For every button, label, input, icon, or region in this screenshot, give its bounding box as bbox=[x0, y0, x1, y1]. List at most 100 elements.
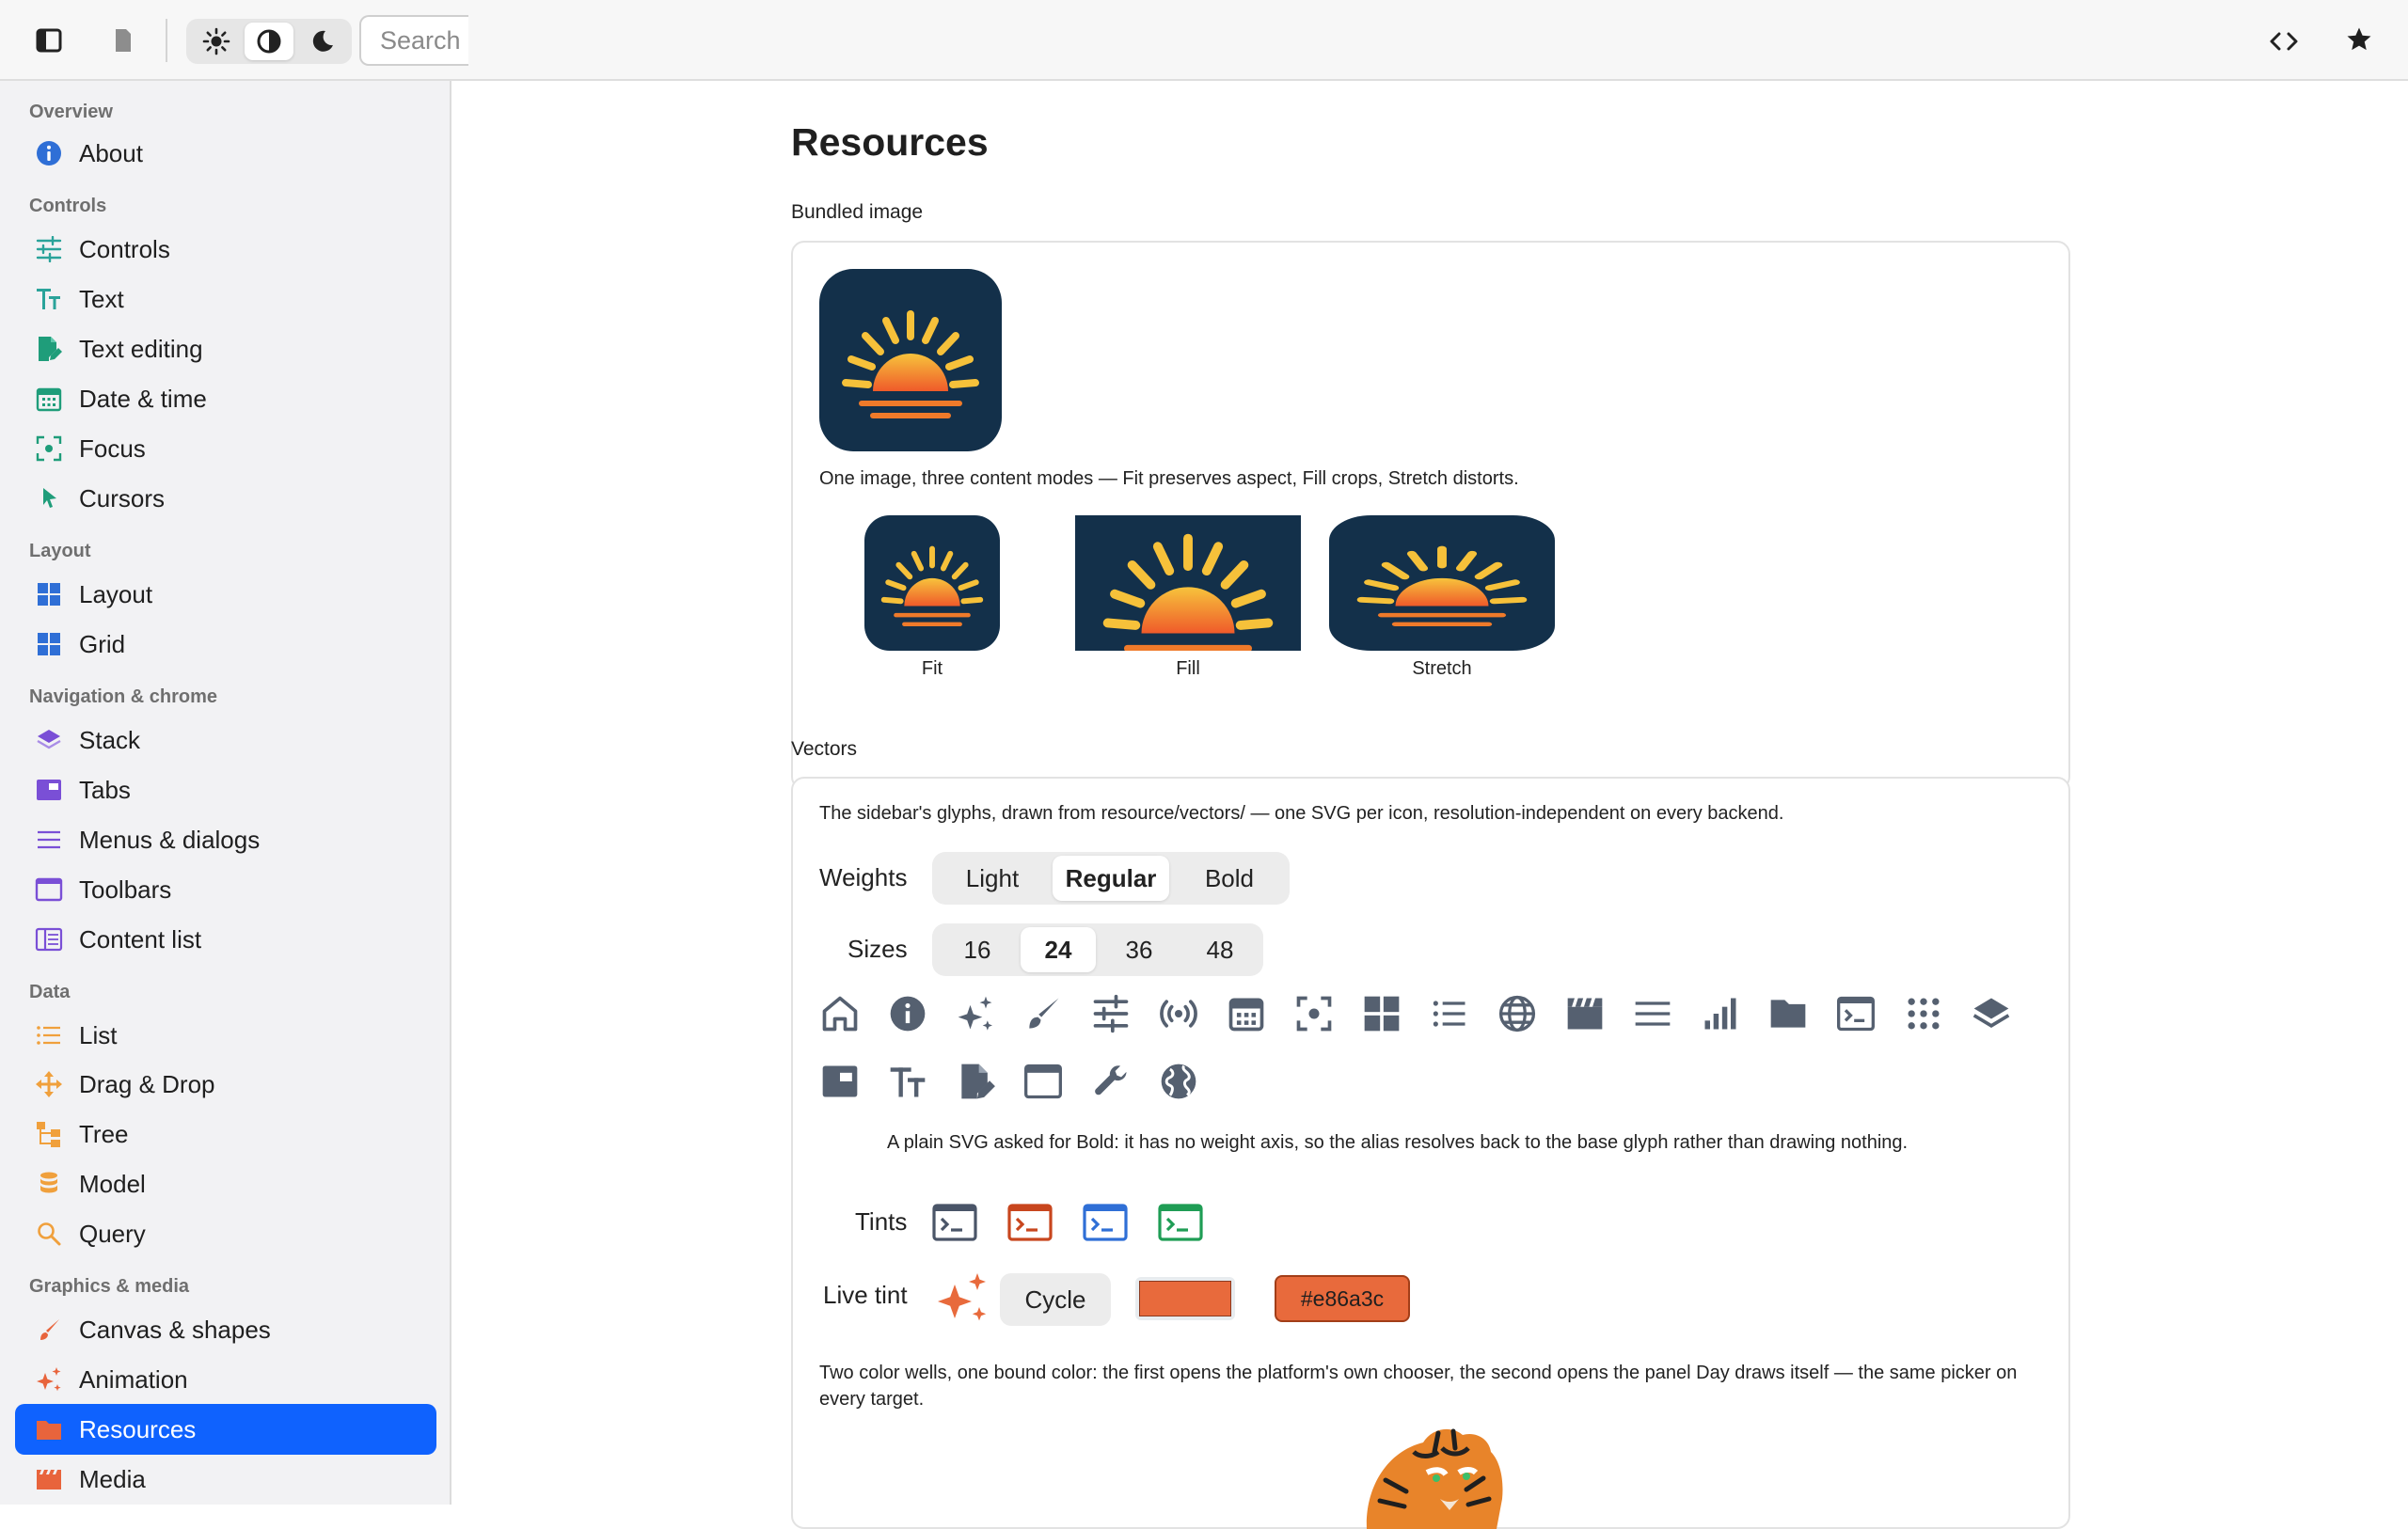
sparkle-icon bbox=[958, 996, 992, 1031]
sidebar-item-label: Content list bbox=[79, 924, 202, 954]
size-16-option[interactable]: 16 bbox=[940, 927, 1015, 972]
sidebar-item-resources[interactable]: Resources bbox=[15, 1404, 436, 1455]
sidebar-item-menus-dialogs[interactable]: Menus & dialogs bbox=[15, 814, 436, 865]
cursor-icon bbox=[32, 481, 66, 515]
color-hex-text: #e86a3c bbox=[1300, 1285, 1385, 1311]
vectors-caption: Vectors bbox=[791, 738, 858, 760]
grid-icon bbox=[32, 627, 66, 661]
sidebar-item-focus[interactable]: Focus bbox=[15, 423, 436, 474]
menu-icon bbox=[32, 823, 66, 857]
home-icon bbox=[822, 996, 858, 1032]
file-edit-icon bbox=[32, 332, 66, 366]
document-button[interactable] bbox=[109, 24, 137, 56]
sidebar-item-drag-drop[interactable]: Drag & Drop bbox=[15, 1059, 436, 1110]
list-icon bbox=[1433, 1001, 1465, 1027]
size-48-option[interactable]: 48 bbox=[1182, 927, 1258, 972]
wrench-icon bbox=[1095, 1065, 1127, 1096]
terminal-gray-icon bbox=[932, 1204, 977, 1241]
size-24-option[interactable]: 24 bbox=[1021, 927, 1096, 972]
sidebar-toggle-button[interactable] bbox=[28, 24, 70, 56]
sidebar-item-tabs[interactable]: Tabs bbox=[15, 764, 436, 815]
sidebar-item-tree[interactable]: Tree bbox=[15, 1109, 436, 1159]
sidebar-item-grid[interactable]: Grid bbox=[15, 619, 436, 670]
sidebar-item-label: Tabs bbox=[79, 775, 131, 804]
sidebar-item-cursors[interactable]: Cursors bbox=[15, 473, 436, 524]
sidebar-item-label: Model bbox=[79, 1169, 146, 1198]
tabs-icon bbox=[822, 1065, 858, 1097]
sidebar-item-text[interactable]: Text bbox=[15, 274, 436, 324]
sidebar-item-date-time[interactable]: Date & time bbox=[15, 373, 436, 424]
main-content: Resources Bundled image One image, three… bbox=[453, 81, 2408, 1529]
text-size-icon bbox=[890, 1067, 926, 1097]
broadcast-icon bbox=[1160, 1000, 1197, 1028]
folder-icon bbox=[32, 1412, 66, 1446]
brush-icon bbox=[32, 1313, 66, 1347]
section-title-graphics: Graphics & media bbox=[29, 1276, 190, 1297]
focus-icon bbox=[32, 432, 66, 465]
sidebar-item-label: Layout bbox=[79, 579, 153, 608]
tints-label: Tints bbox=[855, 1207, 908, 1236]
dots-grid-icon bbox=[1908, 998, 1940, 1030]
sidebar-item-layout[interactable]: Layout bbox=[15, 569, 436, 620]
live-tint-sparkle-icon bbox=[938, 1273, 987, 1321]
search-input[interactable] bbox=[359, 15, 468, 66]
sliders-icon bbox=[1093, 994, 1129, 1033]
page-title: Resources bbox=[791, 120, 989, 164]
sidebar-item-query[interactable]: Query bbox=[15, 1208, 436, 1259]
sidebar-item-animation[interactable]: Animation bbox=[15, 1354, 436, 1405]
sidebar-item-content-list[interactable]: Content list bbox=[15, 914, 436, 965]
calendar-icon bbox=[1228, 998, 1264, 1032]
focus-icon bbox=[1296, 996, 1332, 1032]
section-title-navigation: Navigation & chrome bbox=[29, 686, 218, 707]
cycle-button[interactable]: Cycle bbox=[1000, 1273, 1111, 1326]
sun-icon bbox=[202, 27, 230, 55]
theme-switcher bbox=[186, 19, 352, 64]
fill-label: Fill bbox=[1176, 658, 1200, 679]
sidebar-item-label: Toolbars bbox=[79, 875, 172, 904]
grid-icon bbox=[1364, 996, 1400, 1032]
tree-icon bbox=[32, 1117, 66, 1151]
sidebar-item-label: Focus bbox=[79, 433, 146, 463]
stack-icon bbox=[1972, 998, 2010, 1028]
sidebar: Overview About Controls Controls Text Te… bbox=[0, 81, 452, 1505]
weight-regular-option[interactable]: Regular bbox=[1053, 856, 1169, 901]
size-36-option[interactable]: 36 bbox=[1101, 927, 1177, 972]
custom-color-well[interactable]: #e86a3c bbox=[1275, 1275, 1410, 1322]
sidebar-item-model[interactable]: Model bbox=[15, 1159, 436, 1209]
sidebar-item-label: Controls bbox=[79, 234, 170, 263]
document-icon bbox=[116, 29, 131, 52]
sidebar-item-label: Query bbox=[79, 1219, 146, 1248]
file-edit-icon bbox=[961, 1064, 995, 1099]
window-icon bbox=[32, 873, 66, 906]
sizes-label: Sizes bbox=[848, 935, 908, 963]
theme-light-button[interactable] bbox=[192, 23, 241, 60]
favorite-button[interactable] bbox=[2342, 23, 2376, 56]
terminal-green-icon bbox=[1158, 1204, 1203, 1241]
bundled-image-panel: One image, three content modes — Fit pre… bbox=[791, 241, 2070, 790]
sidebar-item-text-editing[interactable]: Text editing bbox=[15, 323, 436, 374]
sidebar-item-controls[interactable]: Controls bbox=[15, 224, 436, 275]
content-list-icon bbox=[32, 922, 66, 956]
theme-auto-button[interactable] bbox=[245, 23, 293, 60]
sidebar-item-label: Text bbox=[79, 284, 124, 313]
view-source-button[interactable] bbox=[2267, 24, 2301, 58]
sidebar-item-label: Media bbox=[79, 1464, 146, 1493]
vectors-panel: The sidebar's glyphs, drawn from resourc… bbox=[791, 777, 2070, 1529]
sidebar-item-canvas-shapes[interactable]: Canvas & shapes bbox=[15, 1304, 436, 1355]
color-wells-note: Two color wells, one bound color: the fi… bbox=[819, 1363, 2018, 1410]
window-icon bbox=[1024, 1064, 1062, 1099]
theme-dark-button[interactable] bbox=[297, 23, 346, 60]
bundled-image-description: One image, three content modes — Fit pre… bbox=[819, 468, 1519, 489]
sidebar-toggle-icon bbox=[36, 28, 62, 53]
sidebar-item-stack[interactable]: Stack bbox=[15, 715, 436, 765]
sidebar-item-about[interactable]: About bbox=[15, 128, 436, 179]
search-icon bbox=[32, 1217, 66, 1251]
sidebar-item-list[interactable]: List bbox=[15, 1010, 436, 1061]
native-color-well[interactable] bbox=[1135, 1277, 1235, 1320]
sidebar-item-media[interactable]: Media bbox=[15, 1454, 436, 1505]
sidebar-item-toolbars[interactable]: Toolbars bbox=[15, 864, 436, 915]
sizes-segmented-control: 16 24 36 48 bbox=[932, 923, 1263, 976]
weight-light-option[interactable]: Light bbox=[940, 856, 1045, 901]
weight-bold-option[interactable]: Bold bbox=[1177, 856, 1282, 901]
top-toolbar bbox=[0, 0, 2408, 81]
